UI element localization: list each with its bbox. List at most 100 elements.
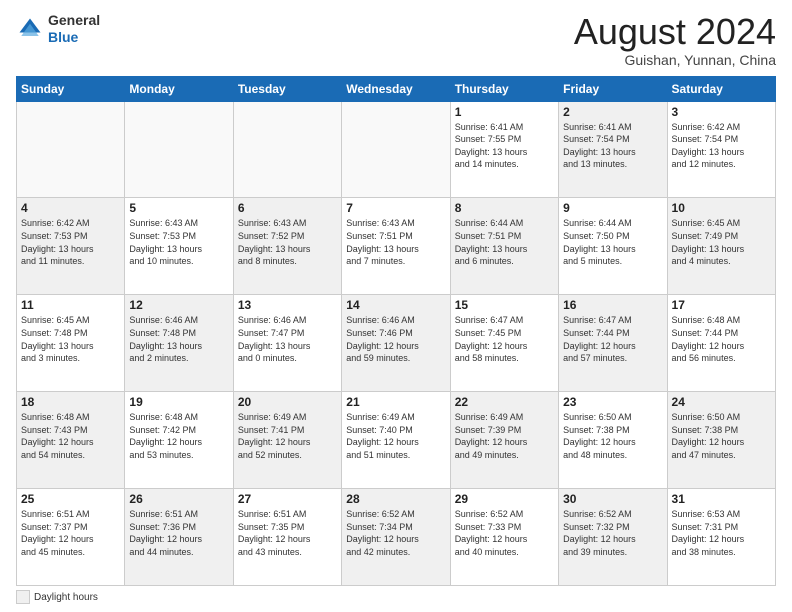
calendar-cell — [233, 101, 341, 198]
day-info: Sunrise: 6:51 AM Sunset: 7:35 PM Dayligh… — [238, 508, 337, 558]
col-header-tuesday: Tuesday — [233, 76, 341, 101]
day-info: Sunrise: 6:43 AM Sunset: 7:52 PM Dayligh… — [238, 217, 337, 267]
day-number: 31 — [672, 492, 771, 506]
day-info: Sunrise: 6:45 AM Sunset: 7:48 PM Dayligh… — [21, 314, 120, 364]
day-number: 6 — [238, 201, 337, 215]
day-number: 15 — [455, 298, 554, 312]
col-header-monday: Monday — [125, 76, 233, 101]
day-number: 4 — [21, 201, 120, 215]
day-info: Sunrise: 6:52 AM Sunset: 7:33 PM Dayligh… — [455, 508, 554, 558]
footer: Daylight hours — [16, 590, 776, 604]
header: General Blue August 2024 Guishan, Yunnan… — [16, 12, 776, 68]
legend-shaded: Daylight hours — [16, 590, 98, 604]
calendar-cell: 25 Sunrise: 6:51 AM Sunset: 7:37 PM Dayli… — [17, 489, 125, 586]
calendar-cell: 14 Sunrise: 6:46 AM Sunset: 7:46 PM Dayli… — [342, 295, 450, 392]
day-info: Sunrise: 6:46 AM Sunset: 7:47 PM Dayligh… — [238, 314, 337, 364]
day-number: 14 — [346, 298, 445, 312]
col-header-friday: Friday — [559, 76, 667, 101]
calendar-cell: 15Sunrise: 6:47 AM Sunset: 7:45 PM Dayli… — [450, 295, 558, 392]
day-number: 16 — [563, 298, 662, 312]
calendar-cell: 4Sunrise: 6:42 AM Sunset: 7:53 PM Daylig… — [17, 198, 125, 295]
calendar-cell: 19Sunrise: 6:48 AM Sunset: 7:42 PM Dayli… — [125, 392, 233, 489]
calendar-cell: 27 Sunrise: 6:51 AM Sunset: 7:35 PM Dayli… — [233, 489, 341, 586]
day-number: 20 — [238, 395, 337, 409]
calendar-cell — [125, 101, 233, 198]
day-info: Sunrise: 6:46 AM Sunset: 7:48 PM Dayligh… — [129, 314, 228, 364]
col-header-saturday: Saturday — [667, 76, 775, 101]
calendar-week-4: 18 Sunrise: 6:48 AM Sunset: 7:43 PM Dayli… — [17, 392, 776, 489]
day-info: Sunrise: 6:45 AM Sunset: 7:49 PM Dayligh… — [672, 217, 771, 267]
day-number: 19 — [129, 395, 228, 409]
day-info: Sunrise: 6:43 AM Sunset: 7:51 PM Dayligh… — [346, 217, 445, 267]
logo: General Blue — [16, 12, 100, 46]
calendar-cell: 3Sunrise: 6:42 AM Sunset: 7:54 PM Daylig… — [667, 101, 775, 198]
day-info: Sunrise: 6:50 AM Sunset: 7:38 PM Dayligh… — [563, 411, 662, 461]
day-info: Sunrise: 6:48 AM Sunset: 7:44 PM Dayligh… — [672, 314, 771, 364]
logo-icon — [16, 15, 44, 43]
calendar-cell: 1 Sunrise: 6:41 AM Sunset: 7:55 PM Daylig… — [450, 101, 558, 198]
day-info: Sunrise: 6:50 AM Sunset: 7:38 PM Dayligh… — [672, 411, 771, 461]
day-number: 17 — [672, 298, 771, 312]
calendar-cell: 22 Sunrise: 6:49 AM Sunset: 7:39 PM Dayli… — [450, 392, 558, 489]
calendar-table: SundayMondayTuesdayWednesdayThursdayFrid… — [16, 76, 776, 586]
calendar-cell: 13 Sunrise: 6:46 AM Sunset: 7:47 PM Dayli… — [233, 295, 341, 392]
day-info: Sunrise: 6:49 AM Sunset: 7:39 PM Dayligh… — [455, 411, 554, 461]
day-number: 25 — [21, 492, 120, 506]
day-number: 23 — [563, 395, 662, 409]
calendar-cell: 9Sunrise: 6:44 AM Sunset: 7:50 PM Daylig… — [559, 198, 667, 295]
calendar-cell: 23 Sunrise: 6:50 AM Sunset: 7:38 PM Dayli… — [559, 392, 667, 489]
calendar-cell: 6 Sunrise: 6:43 AM Sunset: 7:52 PM Daylig… — [233, 198, 341, 295]
day-number: 12 — [129, 298, 228, 312]
day-number: 7 — [346, 201, 445, 215]
calendar-cell: 21 Sunrise: 6:49 AM Sunset: 7:40 PM Dayli… — [342, 392, 450, 489]
page: General Blue August 2024 Guishan, Yunnan… — [0, 0, 792, 612]
day-info: Sunrise: 6:43 AM Sunset: 7:53 PM Dayligh… — [129, 217, 228, 267]
calendar-cell: 2Sunrise: 6:41 AM Sunset: 7:54 PM Daylig… — [559, 101, 667, 198]
day-number: 21 — [346, 395, 445, 409]
calendar-cell: 29 Sunrise: 6:52 AM Sunset: 7:33 PM Dayli… — [450, 489, 558, 586]
calendar-cell: 8 Sunrise: 6:44 AM Sunset: 7:51 PM Daylig… — [450, 198, 558, 295]
calendar-header-row: SundayMondayTuesdayWednesdayThursdayFrid… — [17, 76, 776, 101]
day-info: Sunrise: 6:49 AM Sunset: 7:40 PM Dayligh… — [346, 411, 445, 461]
day-info: Sunrise: 6:46 AM Sunset: 7:46 PM Dayligh… — [346, 314, 445, 364]
calendar-week-2: 4Sunrise: 6:42 AM Sunset: 7:53 PM Daylig… — [17, 198, 776, 295]
day-number: 29 — [455, 492, 554, 506]
day-number: 5 — [129, 201, 228, 215]
day-number: 28 — [346, 492, 445, 506]
location: Guishan, Yunnan, China — [574, 52, 776, 68]
calendar-cell: 7 Sunrise: 6:43 AM Sunset: 7:51 PM Daylig… — [342, 198, 450, 295]
logo-general: General — [48, 12, 100, 29]
col-header-sunday: Sunday — [17, 76, 125, 101]
day-number: 22 — [455, 395, 554, 409]
calendar-cell: 10Sunrise: 6:45 AM Sunset: 7:49 PM Dayli… — [667, 198, 775, 295]
calendar-cell: 11 Sunrise: 6:45 AM Sunset: 7:48 PM Dayli… — [17, 295, 125, 392]
calendar-week-5: 25 Sunrise: 6:51 AM Sunset: 7:37 PM Dayli… — [17, 489, 776, 586]
day-info: Sunrise: 6:41 AM Sunset: 7:55 PM Dayligh… — [455, 121, 554, 171]
month-title: August 2024 — [574, 12, 776, 52]
calendar-cell: 30Sunrise: 6:52 AM Sunset: 7:32 PM Dayli… — [559, 489, 667, 586]
day-info: Sunrise: 6:51 AM Sunset: 7:36 PM Dayligh… — [129, 508, 228, 558]
day-number: 30 — [563, 492, 662, 506]
legend-shaded-box — [16, 590, 30, 604]
day-info: Sunrise: 6:47 AM Sunset: 7:44 PM Dayligh… — [563, 314, 662, 364]
day-number: 13 — [238, 298, 337, 312]
day-number: 26 — [129, 492, 228, 506]
day-number: 18 — [21, 395, 120, 409]
calendar-cell — [342, 101, 450, 198]
day-number: 11 — [21, 298, 120, 312]
calendar-cell: 24Sunrise: 6:50 AM Sunset: 7:38 PM Dayli… — [667, 392, 775, 489]
calendar-cell: 28Sunrise: 6:52 AM Sunset: 7:34 PM Dayli… — [342, 489, 450, 586]
day-number: 27 — [238, 492, 337, 506]
day-info: Sunrise: 6:48 AM Sunset: 7:43 PM Dayligh… — [21, 411, 120, 461]
calendar-cell: 18 Sunrise: 6:48 AM Sunset: 7:43 PM Dayli… — [17, 392, 125, 489]
title-block: August 2024 Guishan, Yunnan, China — [574, 12, 776, 68]
day-number: 1 — [455, 105, 554, 119]
calendar-cell: 31Sunrise: 6:53 AM Sunset: 7:31 PM Dayli… — [667, 489, 775, 586]
day-number: 8 — [455, 201, 554, 215]
day-info: Sunrise: 6:49 AM Sunset: 7:41 PM Dayligh… — [238, 411, 337, 461]
day-info: Sunrise: 6:51 AM Sunset: 7:37 PM Dayligh… — [21, 508, 120, 558]
calendar-cell: 16 Sunrise: 6:47 AM Sunset: 7:44 PM Dayli… — [559, 295, 667, 392]
calendar-cell: 5 Sunrise: 6:43 AM Sunset: 7:53 PM Daylig… — [125, 198, 233, 295]
logo-text: General Blue — [48, 12, 100, 46]
day-info: Sunrise: 6:44 AM Sunset: 7:51 PM Dayligh… — [455, 217, 554, 267]
